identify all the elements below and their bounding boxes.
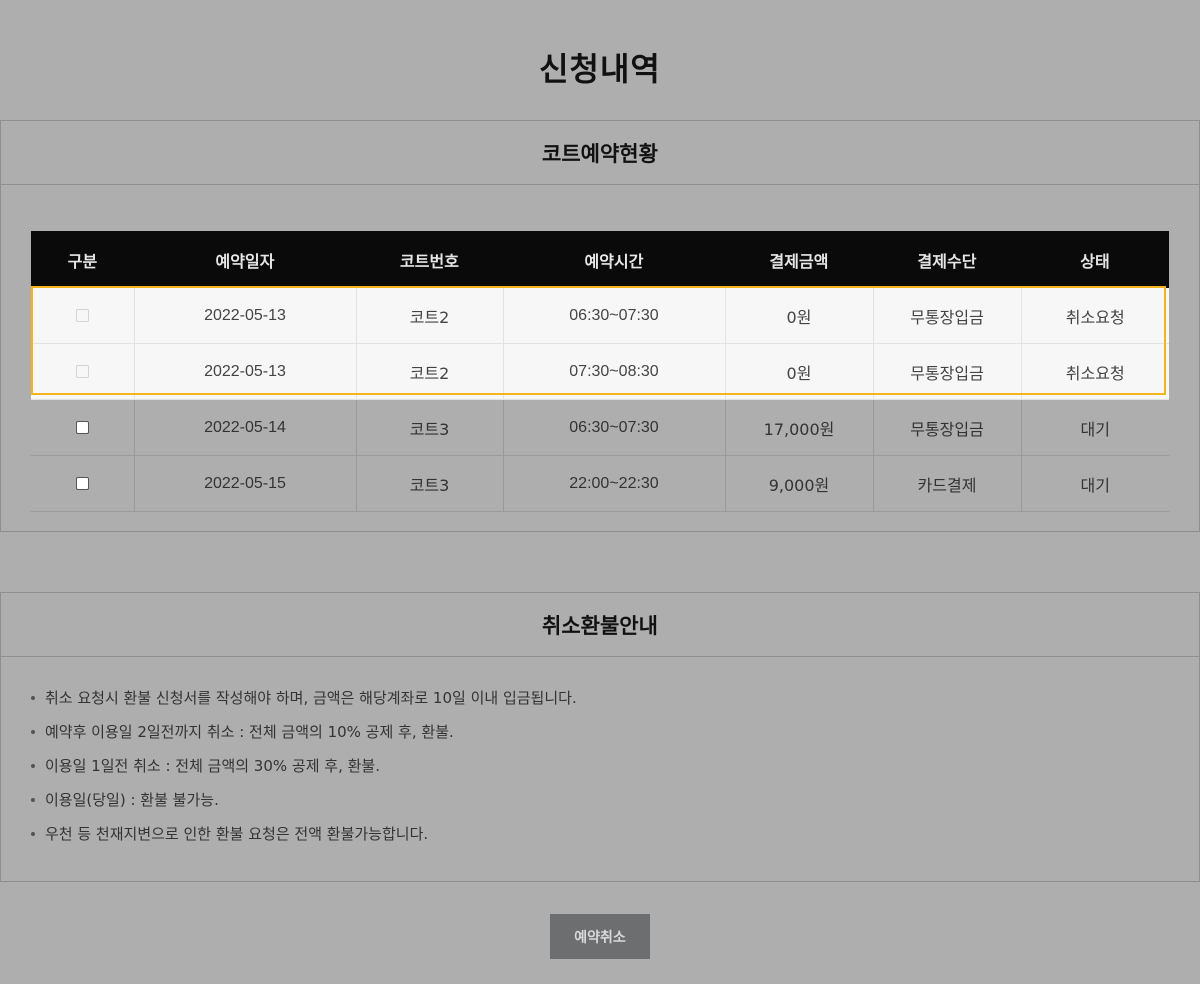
status-cell: 취소요청: [1020, 343, 1169, 400]
row-checkbox[interactable]: [75, 364, 89, 378]
method-cell: 무통장입금: [872, 288, 1021, 344]
table-header-row: 구분 예약일자 코트번호 예약시간 결제금액 결제수단 상태: [31, 231, 1169, 288]
bullet-icon: [31, 696, 35, 700]
reservation-status-panel: 코트예약현황 구분 예약일자 코트번호 예약시간 결제금액 결제수단 상태 20…: [0, 120, 1200, 532]
row-select-cell[interactable]: [31, 343, 134, 400]
notice-text: 이용일 1일전 취소 : 전체 금액의 30% 공제 후, 환불.: [45, 757, 380, 775]
col-header-status: 상태: [1021, 231, 1169, 288]
table-row[interactable]: 2022-05-13 코트2 06:30~07:30 0원 무통장입금 취소요청: [31, 288, 1169, 344]
row-checkbox[interactable]: [75, 420, 89, 434]
row-select-cell[interactable]: [31, 288, 134, 344]
page-title: 신청내역: [539, 50, 661, 88]
date-cell: 2022-05-13: [133, 343, 356, 400]
time-cell: 06:30~07:30: [502, 399, 725, 456]
time-cell: 22:00~22:30: [502, 455, 725, 512]
refund-info-title: 취소환불안내: [1, 593, 1199, 657]
status-cell: 취소요청: [1020, 288, 1169, 344]
table-row[interactable]: 2022-05-14 코트3 06:30~07:30 17,000원 무통장입금…: [31, 399, 1169, 456]
notice-text: 우천 등 천재지변으로 인한 환불 요청은 전액 환불가능합니다.: [45, 825, 429, 843]
date-cell: 2022-05-15: [133, 455, 356, 512]
time-cell: 07:30~08:30: [502, 343, 725, 400]
court-cell: 코트3: [355, 399, 503, 456]
status-cell: 대기: [1020, 455, 1169, 512]
method-cell: 무통장입금: [872, 399, 1021, 456]
col-header-date: 예약일자: [134, 231, 356, 288]
bullet-icon: [31, 798, 35, 802]
bullet-icon: [31, 730, 35, 734]
court-cell: 코트2: [355, 288, 503, 344]
row-checkbox[interactable]: [75, 308, 89, 322]
notice-text: 예약후 이용일 2일전까지 취소 : 전체 금액의 10% 공제 후, 환불.: [45, 723, 454, 741]
date-cell: 2022-05-14: [133, 399, 356, 456]
refund-notice-list: 취소 요청시 환불 신청서를 작성해야 하며, 금액은 해당계좌로 10일 이내…: [31, 681, 577, 851]
method-cell: 무통장입금: [872, 343, 1021, 400]
amount-cell: 9,000원: [724, 455, 873, 512]
time-cell: 06:30~07:30: [502, 288, 725, 344]
reservation-table: 구분 예약일자 코트번호 예약시간 결제금액 결제수단 상태 2022-05-1…: [31, 231, 1169, 512]
refund-info-panel: 취소환불안내 취소 요청시 환불 신청서를 작성해야 하며, 금액은 해당계좌로…: [0, 592, 1200, 882]
list-item: 취소 요청시 환불 신청서를 작성해야 하며, 금액은 해당계좌로 10일 이내…: [31, 681, 577, 715]
col-header-court: 코트번호: [356, 231, 503, 288]
list-item: 예약후 이용일 2일전까지 취소 : 전체 금액의 10% 공제 후, 환불.: [31, 715, 577, 749]
bullet-icon: [31, 832, 35, 836]
reservation-status-title: 코트예약현황: [1, 121, 1199, 185]
amount-cell: 0원: [724, 288, 873, 344]
col-header-time: 예약시간: [503, 231, 725, 288]
col-header-type: 구분: [31, 231, 134, 288]
amount-cell: 17,000원: [724, 399, 873, 456]
row-select-cell[interactable]: [31, 399, 134, 456]
method-cell: 카드결제: [872, 455, 1021, 512]
court-cell: 코트3: [355, 455, 503, 512]
bullet-icon: [31, 764, 35, 768]
col-header-amount: 결제금액: [725, 231, 873, 288]
row-checkbox[interactable]: [75, 476, 89, 490]
table-row[interactable]: 2022-05-15 코트3 22:00~22:30 9,000원 카드결제 대…: [31, 455, 1169, 512]
cancel-reservation-button[interactable]: 예약취소: [550, 914, 650, 959]
date-cell: 2022-05-13: [133, 288, 356, 344]
court-cell: 코트2: [355, 343, 503, 400]
col-header-method: 결제수단: [873, 231, 1021, 288]
status-cell: 대기: [1020, 399, 1169, 456]
row-select-cell[interactable]: [31, 455, 134, 512]
amount-cell: 0원: [724, 343, 873, 400]
notice-text: 이용일(당일) : 환불 불가능.: [45, 791, 219, 809]
table-row[interactable]: 2022-05-13 코트2 07:30~08:30 0원 무통장입금 취소요청: [31, 343, 1169, 400]
list-item: 이용일(당일) : 환불 불가능.: [31, 783, 577, 817]
list-item: 이용일 1일전 취소 : 전체 금액의 30% 공제 후, 환불.: [31, 749, 577, 783]
notice-text: 취소 요청시 환불 신청서를 작성해야 하며, 금액은 해당계좌로 10일 이내…: [45, 689, 577, 707]
list-item: 우천 등 천재지변으로 인한 환불 요청은 전액 환불가능합니다.: [31, 817, 577, 851]
